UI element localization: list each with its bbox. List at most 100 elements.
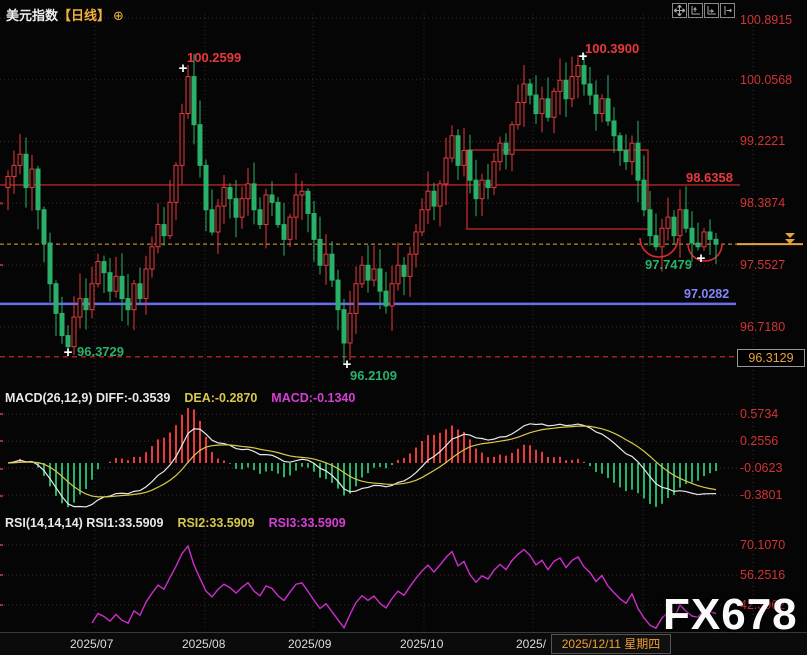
candle-body [600,99,604,114]
candle-body [90,284,94,310]
candle-body [510,125,514,155]
rsi-axis-label: 56.2516 [740,568,806,582]
add-indicator-icon[interactable]: ⊕ [113,8,124,23]
chart-title: 美元指数【日线】⊕ [6,5,124,24]
candle-body [42,210,46,243]
candle-body [702,232,706,247]
left-axis-tick [0,202,3,204]
candle-body [672,217,676,236]
candle-body [660,228,664,247]
candle-body [378,269,382,291]
candle-body [390,284,394,306]
candle-body [630,143,634,162]
annotation-high-november[interactable]: 100.3900 [585,41,639,56]
candle-body [468,151,472,181]
price-axis-label: 100.8915 [740,13,806,27]
annotation-high-july[interactable]: 100.2599 [187,50,241,65]
rsi-line [92,546,716,628]
candle-body [102,262,106,273]
resistance-line-label[interactable]: 98.6358 [686,170,733,185]
candle-body [24,154,28,187]
anchor-marker-icon[interactable]: + [179,64,188,74]
candle-body [624,151,628,162]
anchor-marker-icon[interactable]: + [579,52,588,62]
candle-body [342,310,346,343]
candle-body [636,143,640,180]
candle-body [606,99,610,121]
candle-body [552,91,556,117]
candle-body [204,165,208,209]
candle-body [108,273,112,292]
period-label[interactable]: 【日线】 [58,8,110,23]
candle-body [318,239,322,265]
left-axis-tick [0,495,3,497]
candle-body [72,317,76,347]
candle-body [270,195,274,202]
blue-support-line-label[interactable]: 97.0282 [684,287,729,301]
candle-body [492,162,496,188]
candle-body [666,217,670,228]
candle-body [420,210,424,232]
price-axis-label: 99.2221 [740,134,806,148]
chart-canvas[interactable] [0,0,807,655]
support-price-tag: 96.3129 [737,349,805,367]
candle-body [330,254,334,280]
double-bottom-arc [640,238,678,257]
anchor-marker-icon[interactable]: + [697,254,706,264]
candle-body [576,65,580,76]
candle-body [678,210,682,236]
current-price-marker-icon[interactable] [785,239,795,244]
candle-body [498,143,502,162]
candle-body [684,210,688,229]
candle-body [516,102,520,124]
left-axis-tick [0,544,3,546]
candle-body [336,280,340,310]
candle-body [132,284,136,310]
candle-body [558,80,562,91]
macd-dea-line [8,426,716,497]
candle-body [18,154,22,165]
candle-body [360,265,364,284]
annotation-double-bottom[interactable]: 97.7479 [645,257,692,272]
month-label: 2025/ [516,637,546,651]
candle-body [144,269,148,299]
left-axis-tick [0,264,3,266]
candle-body [354,284,358,314]
price-axis-label: 98.3874 [740,196,806,210]
left-axis-tick [0,440,3,442]
candle-body [162,225,166,236]
candle-body [618,136,622,151]
macd-dea-label: DEA:-0.2870 [184,391,257,405]
candle-body [714,239,718,244]
candle-body [240,199,244,218]
candle-body [696,243,700,247]
candle-body [120,276,124,298]
annotation-low-september[interactable]: 96.2109 [350,368,397,383]
candle-body [282,225,286,240]
candle-body [324,254,328,265]
candle-body [588,84,592,95]
left-axis-tick [0,604,3,606]
price-axis-label: 96.7180 [740,320,806,334]
rsi-indicator-row: RSI(14,14,14) RSI1:33.5909RSI2:33.5909RS… [5,516,346,530]
rsi1-label: RSI(14,14,14) RSI1:33.5909 [5,516,163,530]
annotation-low-july[interactable]: 96.3729 [77,344,124,359]
macd-axis-label: -0.3801 [740,488,806,502]
candle-body [402,265,406,276]
current-price-marker-icon[interactable] [785,233,795,238]
candle-body [708,232,712,239]
month-label: 2025/10 [400,637,443,651]
candle-body [150,247,154,269]
candle-body [366,265,370,280]
candle-body [570,77,574,99]
anchor-marker-icon[interactable]: + [64,348,73,358]
anchor-marker-icon[interactable]: + [343,360,352,370]
current-date-tag: 2025/12/11 星期四 [551,634,671,654]
candle-body [414,232,418,254]
candle-body [246,184,250,199]
candle-body [540,99,544,114]
candle-body [300,191,304,195]
candle-body [138,284,142,299]
candle-body [60,313,64,335]
candle-body [456,136,460,166]
